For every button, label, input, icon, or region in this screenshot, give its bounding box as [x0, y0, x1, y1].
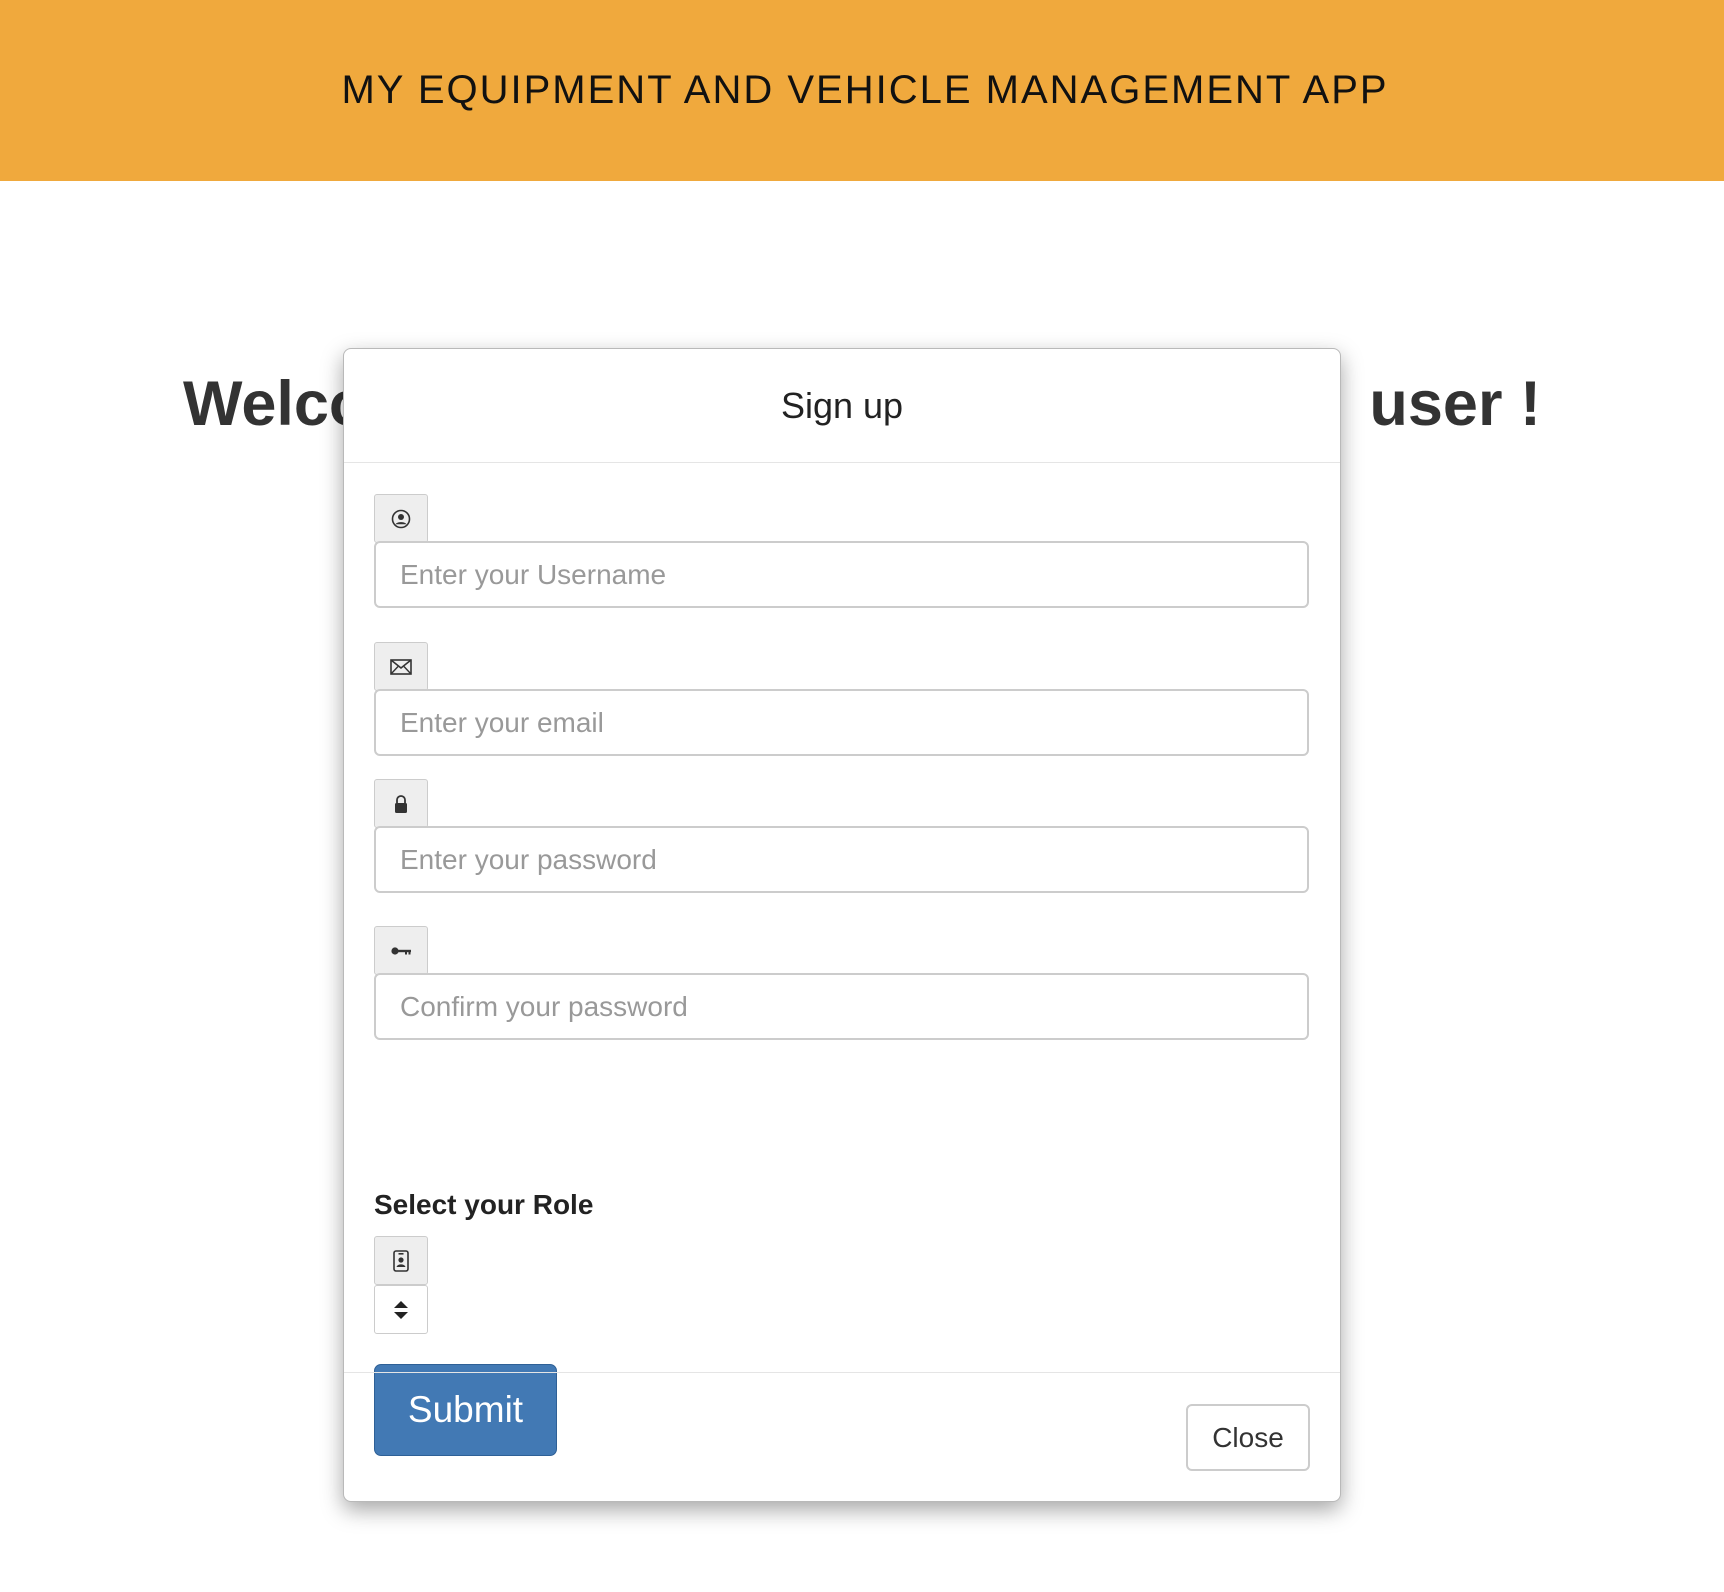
- username-input[interactable]: [374, 541, 1309, 608]
- lock-icon: [374, 779, 428, 828]
- welcome-text-right: user !: [1369, 369, 1541, 439]
- envelope-icon: [374, 642, 428, 691]
- role-select[interactable]: [374, 1285, 428, 1334]
- role-label: Select your Role: [374, 1189, 594, 1220]
- password-input[interactable]: [374, 826, 1309, 893]
- confirm-password-input[interactable]: [374, 973, 1309, 1040]
- sort-arrows-icon: [394, 1300, 408, 1319]
- signup-modal: Sign up Enter your Username Enter your e…: [343, 348, 1341, 1502]
- id-badge-icon: [374, 1236, 428, 1285]
- modal-title: Sign up: [780, 384, 904, 426]
- app-header: MY EQUIPMENT AND VEHICLE MANAGEMENT APP: [0, 0, 1724, 181]
- modal-header: Sign up: [344, 349, 1340, 463]
- email-input[interactable]: [374, 689, 1309, 756]
- modal-footer: Close: [344, 1372, 1340, 1502]
- key-icon: [374, 926, 428, 975]
- welcome-text-left: Welco: [183, 369, 368, 439]
- app-title: MY EQUIPMENT AND VEHICLE MANAGEMENT APP: [341, 68, 1389, 112]
- user-circle-icon: [374, 494, 428, 543]
- close-button[interactable]: Close: [1186, 1404, 1310, 1471]
